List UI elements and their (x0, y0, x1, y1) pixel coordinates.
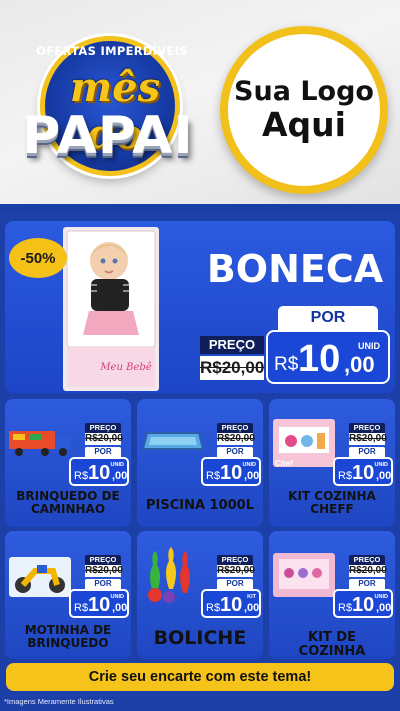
card-product-name: PISCINA 1000L (145, 498, 255, 513)
card-old-price: R$20,00 (349, 433, 387, 445)
card-por-label: POR (85, 579, 121, 589)
card-currency: R$ (74, 602, 89, 614)
card-por-label: POR (349, 447, 385, 457)
hero-old-price: R$20,00 (200, 356, 264, 380)
hero-new-price: UNID R$ 10 ,00 (266, 330, 390, 384)
hero-price-int: 10 (298, 338, 341, 380)
hero-price-dec: ,00 (344, 352, 375, 377)
card-price-int: 10 (220, 594, 243, 616)
card-product-name: KIT COZINHA CHEFF (288, 489, 376, 517)
card-price-dec: ,00 (244, 470, 260, 482)
kitchen-set-image (273, 553, 335, 597)
logo-text-line1: Sua Logo (234, 76, 374, 107)
card-por-label: POR (217, 447, 253, 457)
cta-button[interactable]: Crie seu encarte com este tema! (6, 663, 394, 691)
card-preco-label: PREÇO (85, 423, 121, 433)
card-price-int: 10 (88, 462, 111, 484)
bowling-set-image (148, 547, 190, 603)
card-new-price: UNID R$ 10,00 (69, 589, 129, 618)
card-preco-label: PREÇO (217, 423, 253, 433)
card-new-price: KIT R$ 10,00 (201, 589, 261, 618)
card-old-price: R$20,00 (217, 433, 255, 445)
card-product-name: BRINQUEDO DE CAMINHAO (16, 489, 120, 517)
card-price-dec: ,00 (112, 470, 128, 482)
card-price-dec: ,00 (376, 602, 392, 614)
logo-placeholder[interactable]: Sua Logo Aqui (220, 26, 388, 194)
card-por-label: POR (349, 579, 385, 589)
card-preco-label: PREÇO (349, 555, 385, 565)
card-product-name: BOLICHE (153, 627, 247, 649)
mes-do-papai-badge: OFERTAS IMPERDÍVEIS mês do PAPAI (10, 36, 198, 186)
badge-arc-text: OFERTAS IMPERDÍVEIS (36, 44, 188, 58)
discount-badge: -50% (9, 238, 67, 278)
card-price-int: 10 (352, 462, 375, 484)
card-currency: R$ (74, 470, 89, 482)
card-price-dec: ,00 (244, 602, 260, 614)
card-unit: UNID (374, 462, 388, 468)
card-currency: R$ (338, 470, 353, 482)
header-banner: OFERTAS IMPERDÍVEIS mês do PAPAI Sua Log… (0, 0, 400, 212)
hero-currency: R$ (274, 354, 299, 375)
card-price-dec: ,00 (376, 470, 392, 482)
card-price-int: 10 (352, 594, 375, 616)
card-unit: UNID (110, 594, 124, 600)
hero-por-label: POR (278, 306, 378, 330)
card-old-price: R$20,00 (217, 565, 255, 577)
card-preco-label: PREÇO (85, 555, 121, 565)
card-new-price: UNID R$ 10,00 (201, 457, 261, 486)
card-unit: UNID (110, 462, 124, 468)
kitchen-kit-box-label: Chef (275, 459, 293, 468)
card-preco-label: PREÇO (217, 555, 253, 565)
card-por-label: POR (217, 579, 253, 589)
pool-image (141, 432, 205, 450)
card-product-name: MOTINHA DE BRINQUEDO (24, 623, 112, 651)
card-price-dec: ,00 (112, 602, 128, 614)
card-old-price: R$20,00 (85, 565, 123, 577)
card-new-price: UNID R$ 10,00 (333, 589, 393, 618)
card-old-price: R$20,00 (85, 433, 123, 445)
card-unit: UNID (242, 462, 256, 468)
card-currency: R$ (206, 470, 221, 482)
toy-motorbike-image (9, 557, 71, 597)
card-unit: UNID (374, 594, 388, 600)
card-product-name: KIT DE COZINHA (298, 630, 366, 660)
card-price-int: 10 (88, 594, 111, 616)
truck-toy-image (9, 431, 71, 456)
card-por-label: POR (85, 447, 121, 457)
card-currency: R$ (338, 602, 353, 614)
doll-box-label: Meu Bebê (100, 362, 152, 373)
card-unit: KIT (247, 594, 256, 600)
card-new-price: UNID R$ 10,00 (333, 457, 393, 486)
card-price-int: 10 (220, 462, 243, 484)
hero-preco-label: PREÇO (200, 336, 264, 354)
logo-text-line2: Aqui (262, 104, 346, 144)
card-new-price: UNID R$ 10,00 (69, 457, 129, 486)
card-currency: R$ (206, 602, 221, 614)
card-old-price: R$20,00 (349, 565, 387, 577)
hero-product-name: BONECA (206, 247, 384, 291)
badge-title-line2: PAPAI (22, 106, 194, 166)
hero-unit: UNID (358, 341, 380, 351)
card-preco-label: PREÇO (349, 423, 385, 433)
disclaimer-text: *Imagens Meramente Ilustrativas (4, 697, 114, 706)
